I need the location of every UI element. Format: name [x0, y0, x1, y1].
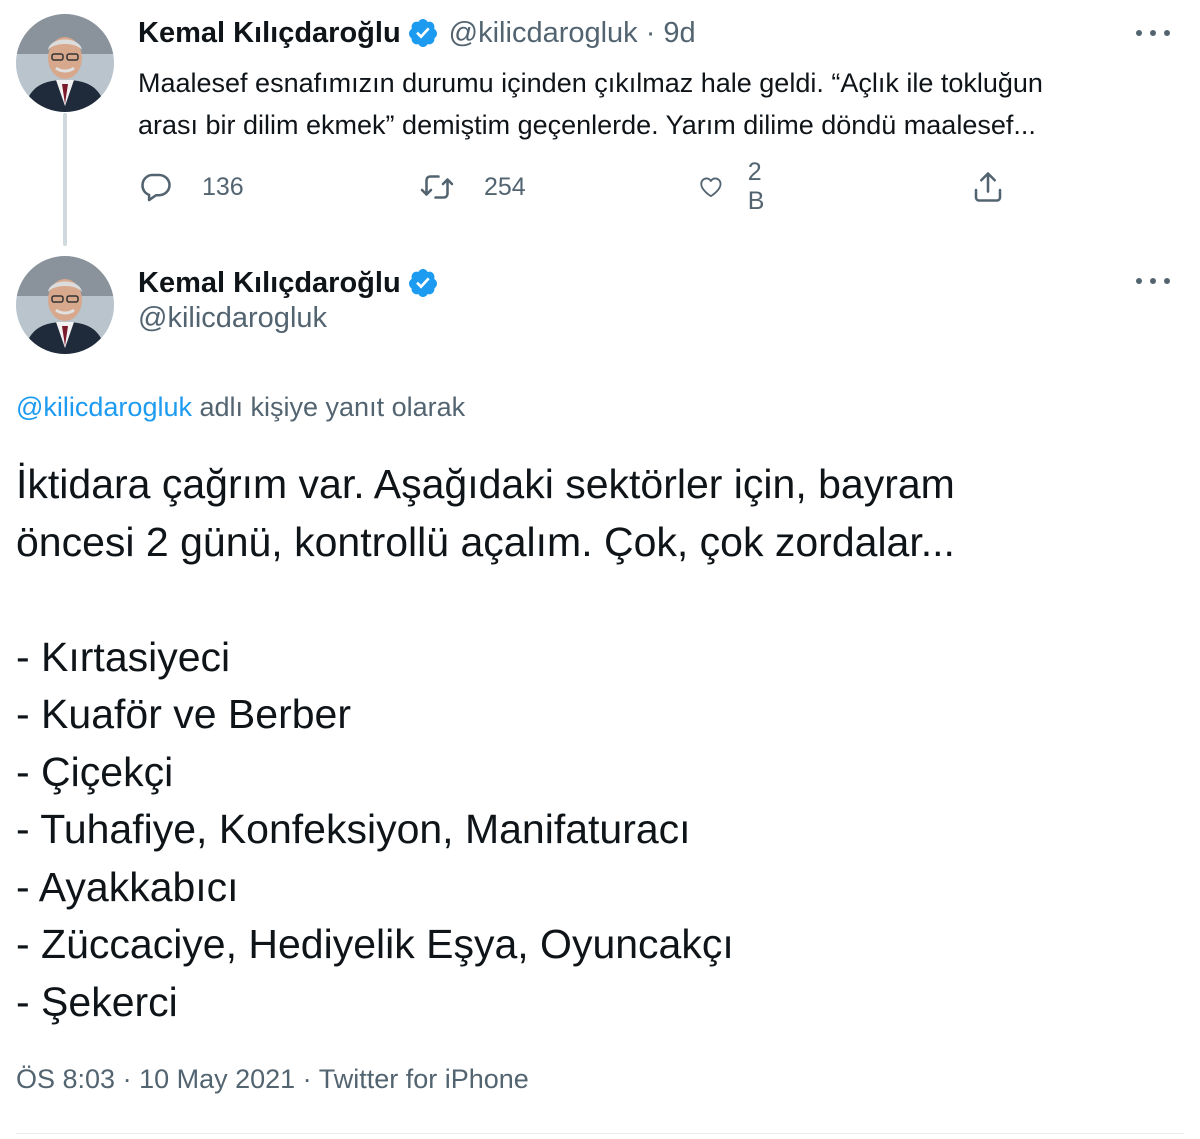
tweet2-list-item: - Şekerci [16, 978, 178, 1025]
tweet2-list-item: - Çiçekçi [16, 748, 174, 795]
avatar-portrait-image [16, 256, 114, 354]
share-button[interactable] [970, 166, 1006, 208]
tweet2-list-item: - Kırtasiyeci [16, 633, 231, 680]
tweet1-header: Kemal Kılıçdaroğlu @kilicdarogluk · 9d [138, 14, 696, 52]
reply-mention-link[interactable]: @kilicdarogluk [16, 392, 192, 422]
tweet1-handle[interactable]: @kilicdarogluk [449, 17, 638, 50]
share-icon [974, 172, 1002, 202]
tweet2-date[interactable]: 10 May 2021 [139, 1064, 295, 1094]
like-icon [700, 177, 722, 198]
more-icon[interactable] [1136, 28, 1170, 38]
like-button[interactable]: 2 B [698, 158, 775, 215]
retweet-count: 254 [484, 172, 526, 201]
tweet2-text: İktidara çağrım var. Aşağıdaki sektörler… [16, 456, 1186, 1031]
tweet2-list-item: - Ayakkabıcı [16, 863, 239, 910]
like-count: 2 B [747, 158, 765, 215]
separator-dot: · [645, 16, 656, 49]
retweet-icon [420, 175, 454, 199]
meta-separator: · [295, 1064, 319, 1094]
reply-button[interactable]: 136 [138, 166, 244, 208]
tweet2-text-line: öncesi 2 günü, kontrollü açalım. Çok, ço… [16, 518, 955, 565]
tweet2-avatar[interactable] [16, 256, 114, 354]
replying-to-line: @kilicdarogluk adlı kişiye yanıt olarak [16, 392, 465, 423]
tweet2-text-line-blank [16, 571, 1186, 629]
more-icon[interactable] [1136, 276, 1170, 286]
tweet2-display-name[interactable]: Kemal Kılıçdaroğlu [138, 267, 401, 300]
retweet-button[interactable]: 254 [418, 166, 526, 208]
tweet1-avatar[interactable] [16, 14, 114, 112]
reply-context-text: adlı kişiye yanıt olarak [191, 392, 466, 422]
divider [16, 1133, 1184, 1134]
tweet2-metadata: ÖS 8:03 · 10 May 2021 · Twitter for iPho… [16, 1064, 529, 1095]
tweet2-list-item: - Kuaför ve Berber [16, 691, 351, 737]
verified-icon [407, 17, 439, 49]
tweet2-handle[interactable]: @kilicdarogluk [138, 302, 327, 335]
tweet2-list-item: - Züccaciye, Hediyelik Eşya, Oyuncakçı [16, 921, 734, 967]
tweet2-source-link[interactable]: Twitter for iPhone [319, 1064, 529, 1094]
tweet2-header: Kemal Kılıçdaroğlu [138, 264, 439, 302]
reply-count: 136 [202, 172, 244, 201]
tweet1-display-name[interactable]: Kemal Kılıçdaroğlu [138, 17, 401, 50]
meta-separator: · [115, 1064, 140, 1094]
reply-icon [141, 173, 171, 202]
tweet1-timestamp[interactable]: 9d [663, 17, 695, 50]
tweet1-text: Maalesef esnafımızın durumu içinden çıkı… [138, 62, 1178, 146]
thread-connector-line [63, 113, 67, 246]
tweet1-text-line: Maalesef esnafımızın durumu içinden çıkı… [138, 68, 1043, 98]
tweet2-list-item: - Tuhafiye, Konfeksiyon, Manifaturacı [16, 806, 691, 852]
tweet1-text-line: arası bir dilim ekmek” demiştim geçenler… [138, 110, 1036, 140]
verified-icon [407, 267, 439, 299]
tweet2-text-line: İktidara çağrım var. Aşağıdaki sektörler… [16, 461, 955, 507]
avatar-portrait-image [16, 14, 114, 112]
tweet2-time[interactable]: ÖS 8:03 [16, 1064, 115, 1094]
